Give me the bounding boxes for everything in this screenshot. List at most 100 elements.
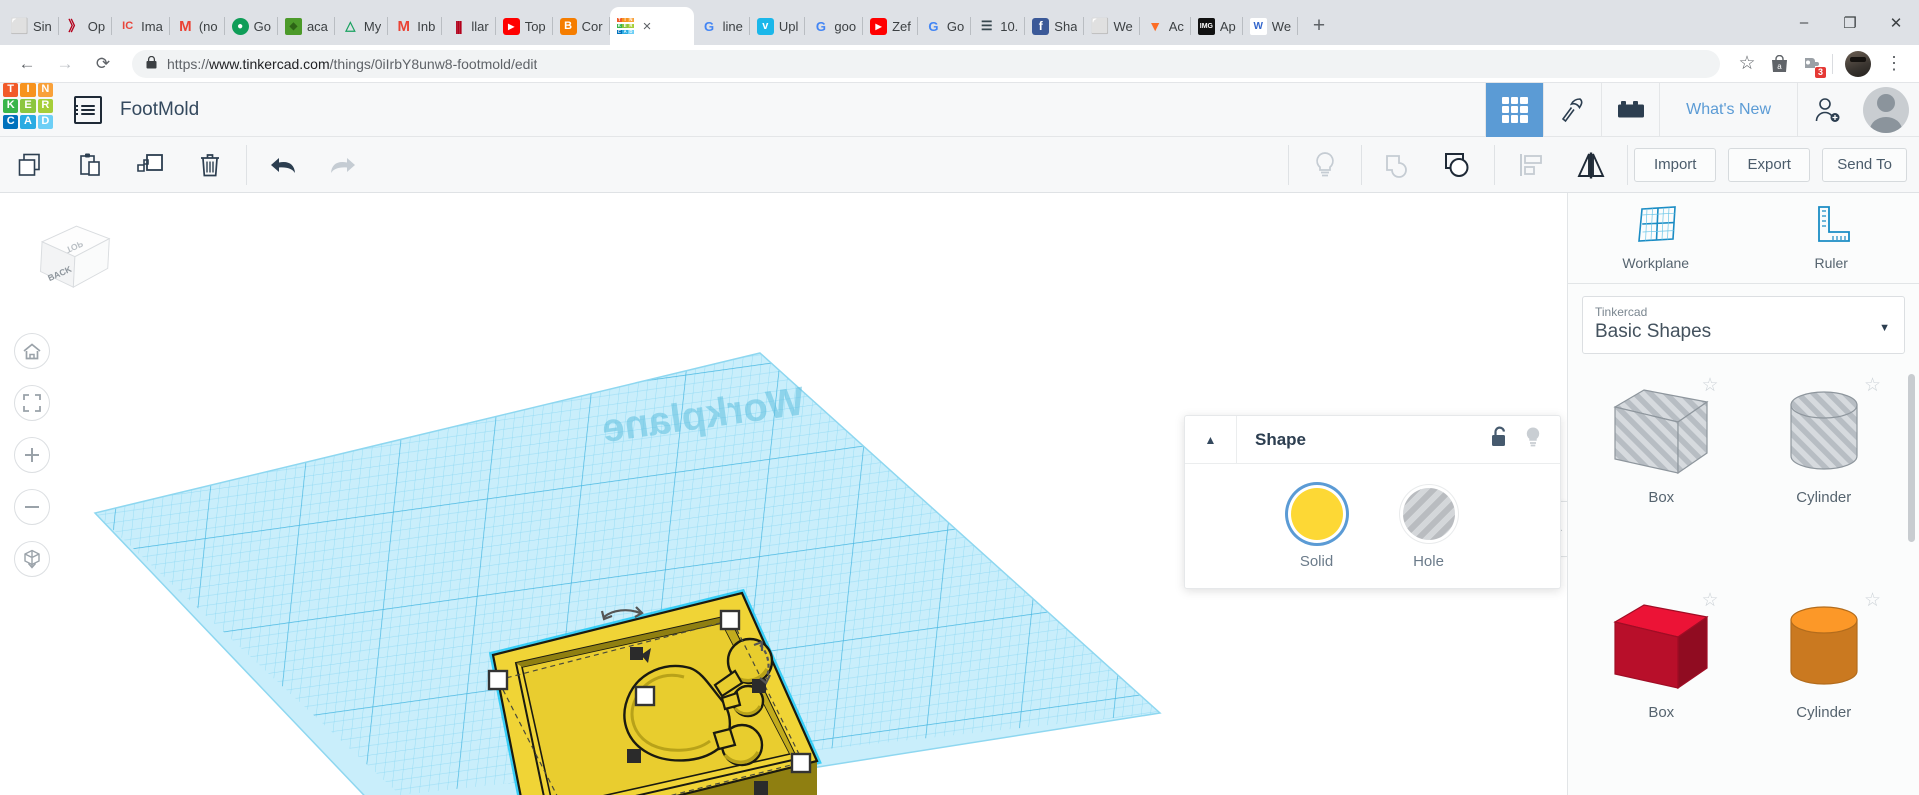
shape-library-item[interactable]: ☆ Box bbox=[1582, 372, 1741, 581]
browser-tab[interactable]: ▶ Zef bbox=[863, 7, 918, 45]
browser-tab[interactable]: M Inb bbox=[388, 7, 443, 45]
chevron-down-icon[interactable]: ▼ bbox=[1879, 322, 1890, 334]
browser-tab[interactable]: ◆ aca bbox=[278, 7, 335, 45]
browser-tab-label: Op bbox=[87, 18, 106, 34]
shape-library-item[interactable]: ☆ Cylinder bbox=[1745, 587, 1904, 795]
mirror-button[interactable] bbox=[1561, 137, 1621, 193]
browser-tab-label: Upl bbox=[778, 18, 799, 34]
browser-tab[interactable]: ▼ Ac bbox=[1140, 7, 1191, 45]
favorite-star-icon[interactable]: ☆ bbox=[1701, 589, 1718, 612]
shape-option-label: Hole bbox=[1413, 553, 1444, 570]
view-cube[interactable]: TOP BACK bbox=[28, 219, 114, 299]
shape-option-solid[interactable]: Solid bbox=[1290, 488, 1343, 570]
app-header: TINKERCAD FootMold What's New bbox=[0, 80, 1919, 137]
import-button[interactable]: Import bbox=[1634, 147, 1717, 182]
invite-person-button[interactable] bbox=[1797, 82, 1855, 137]
duplicate-button[interactable] bbox=[120, 137, 180, 193]
shape-library-grid[interactable]: ☆ Box ☆ Cylinder ☆ Box ☆ Cylinder bbox=[1568, 364, 1919, 795]
browser-tab[interactable]: ● Go bbox=[225, 7, 278, 45]
browser-tab[interactable]: IMG Ap bbox=[1191, 7, 1243, 45]
shape-library-item[interactable]: ☆ Box bbox=[1582, 587, 1741, 795]
solid-swatch[interactable] bbox=[1290, 488, 1343, 540]
browser-profile-avatar[interactable] bbox=[1845, 50, 1871, 77]
browser-tab[interactable]: IC Ima bbox=[112, 7, 170, 45]
facebook-icon: f bbox=[1032, 17, 1050, 35]
designs-grid-button[interactable] bbox=[1485, 82, 1544, 137]
browser-tab[interactable]: f Sha bbox=[1025, 7, 1085, 45]
browser-menu-icon[interactable]: ⋮ bbox=[1879, 49, 1909, 79]
new-tab-button[interactable]: + bbox=[1304, 11, 1334, 41]
browser-tab[interactable]: ⬜ We bbox=[1084, 7, 1140, 45]
browser-tab[interactable]: G Go bbox=[918, 7, 972, 45]
sidebar-item-workplane[interactable]: Workplane bbox=[1568, 203, 1744, 271]
library-scrollbar-thumb[interactable] bbox=[1908, 374, 1915, 542]
minecraft-pickaxe-button[interactable] bbox=[1543, 82, 1601, 137]
grid-icon bbox=[1501, 96, 1528, 123]
shape-panel-collapse-button[interactable]: ▲ bbox=[1185, 416, 1237, 463]
page-title[interactable]: FootMold bbox=[120, 99, 199, 121]
browser-tab-label: Cor bbox=[581, 18, 603, 34]
logo-cell: R bbox=[628, 22, 634, 29]
book-icon: ☰ bbox=[980, 18, 993, 33]
zoom-out-button[interactable] bbox=[14, 489, 50, 525]
favorite-star-icon[interactable]: ☆ bbox=[1864, 589, 1881, 612]
browser-tab[interactable]: v Upl bbox=[750, 7, 806, 45]
project-list-icon[interactable] bbox=[74, 95, 102, 124]
browser-tab[interactable]: W We bbox=[1243, 7, 1299, 45]
browser-tab[interactable]: Ggoo bbox=[805, 7, 863, 45]
user-avatar[interactable] bbox=[1863, 86, 1909, 133]
browser-tab[interactable]: ⬜ Sin bbox=[4, 7, 59, 45]
reload-button[interactable]: ⟳ bbox=[86, 47, 120, 81]
lightbulb-icon[interactable] bbox=[1524, 426, 1542, 453]
hole-swatch[interactable] bbox=[1402, 488, 1455, 540]
minimize-button[interactable]: – bbox=[1781, 0, 1827, 45]
home-view-button[interactable] bbox=[14, 333, 50, 369]
send-to-button[interactable]: Send To bbox=[1822, 147, 1907, 182]
undo-button[interactable] bbox=[253, 137, 313, 193]
undo-icon bbox=[271, 157, 295, 173]
browser-tab-label: (no bbox=[198, 18, 218, 34]
shape-library-item[interactable]: ☆ Cylinder bbox=[1745, 372, 1904, 581]
delete-button[interactable] bbox=[180, 137, 240, 193]
shopping-bag-icon[interactable]: a bbox=[1764, 49, 1794, 79]
export-button[interactable]: Export bbox=[1728, 147, 1811, 182]
favorite-star-icon[interactable]: ☆ bbox=[1864, 374, 1881, 397]
browser-tab-active[interactable]: T I N K E R C A D × bbox=[609, 7, 694, 45]
browser-tab[interactable]: ☰ 10. bbox=[971, 7, 1026, 45]
tinkercad-logo[interactable]: TIN KER CAD bbox=[0, 80, 58, 134]
browser-tab[interactable]: ||| llar bbox=[442, 7, 496, 45]
logo-cell: T bbox=[3, 82, 19, 97]
library-selector[interactable]: Tinkercad Basic Shapes ▼ bbox=[1582, 296, 1905, 354]
browser-tab[interactable]: M (no bbox=[170, 7, 225, 45]
fit-to-view-button[interactable] bbox=[14, 385, 50, 421]
ortho-perspective-button[interactable] bbox=[14, 541, 50, 577]
redo-button bbox=[313, 137, 373, 193]
logo-cell: A bbox=[20, 114, 36, 129]
maximize-button[interactable]: ❐ bbox=[1827, 0, 1873, 45]
browser-tab[interactable]: 》 Op bbox=[59, 7, 113, 45]
lego-bricks-button[interactable] bbox=[1601, 82, 1659, 137]
close-tab-icon[interactable]: × bbox=[643, 19, 652, 34]
pickaxe-icon bbox=[1561, 97, 1583, 122]
paste-button[interactable] bbox=[60, 137, 120, 193]
browser-tab[interactable]: ▶ Top bbox=[496, 7, 553, 45]
3d-viewport[interactable]: Workplane TOP BACK ▲ Shape Solid Hole bbox=[0, 193, 1567, 795]
close-window-button[interactable]: ✕ bbox=[1873, 0, 1919, 45]
address-bar[interactable]: https://www.tinkercad.com/things/0iIrbY8… bbox=[132, 49, 1720, 78]
browser-tab[interactable]: Gline bbox=[694, 7, 750, 45]
library-name-label: Basic Shapes bbox=[1595, 321, 1712, 342]
copy-button[interactable] bbox=[0, 137, 60, 193]
favorite-star-icon[interactable]: ☆ bbox=[1701, 374, 1718, 397]
back-button[interactable]: ← bbox=[10, 47, 44, 81]
sidebar-item-ruler[interactable]: Ruler bbox=[1744, 203, 1919, 271]
zoom-in-button[interactable] bbox=[14, 437, 50, 473]
bookmark-star-icon[interactable]: ☆ bbox=[1732, 49, 1762, 79]
browser-tab[interactable]: △ My bbox=[335, 7, 389, 45]
unlock-icon[interactable] bbox=[1491, 426, 1510, 453]
group-button[interactable] bbox=[1428, 137, 1488, 193]
extension-icon[interactable]: 3 bbox=[1796, 49, 1826, 79]
browser-tab[interactable]: B Cor bbox=[553, 7, 610, 45]
whats-new-link[interactable]: What's New bbox=[1659, 82, 1797, 137]
shape-option-hole[interactable]: Hole bbox=[1402, 488, 1455, 570]
shape-panel-icons bbox=[1491, 426, 1560, 453]
